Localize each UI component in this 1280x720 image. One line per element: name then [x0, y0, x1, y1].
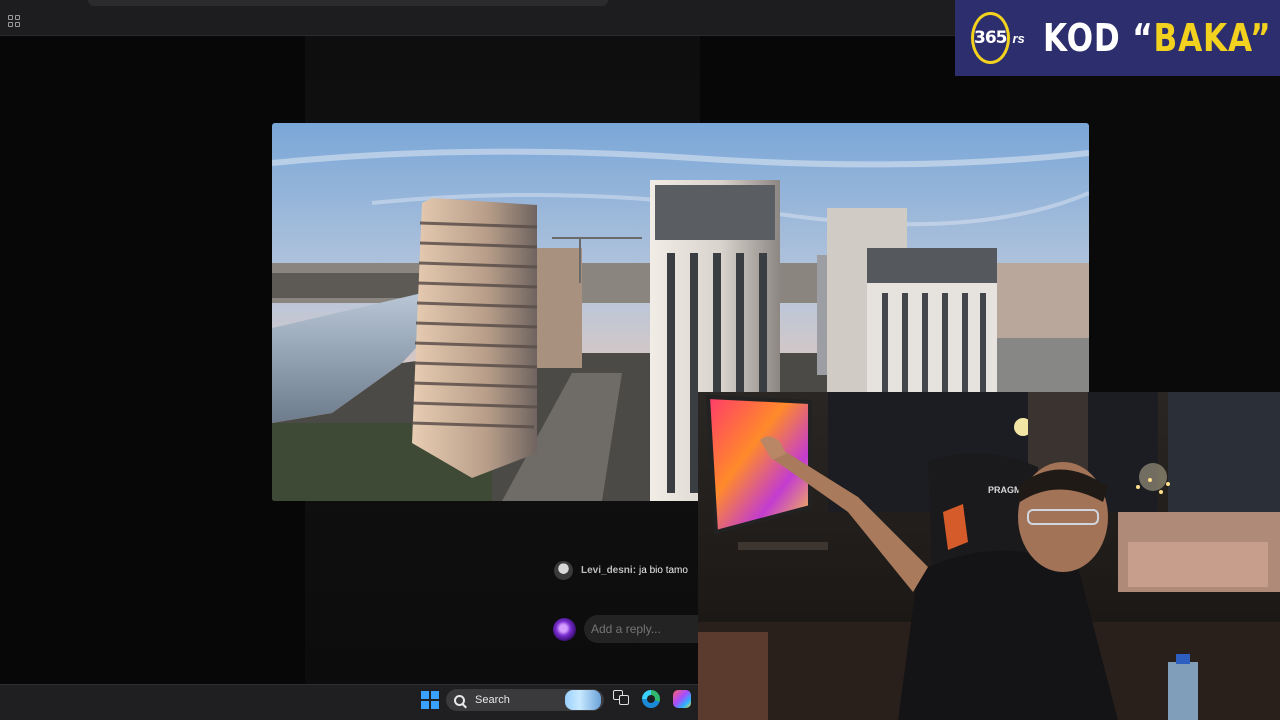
- overlay-title-suffix: ”: [1249, 16, 1272, 60]
- search-icon: [454, 694, 465, 706]
- copilot-icon[interactable]: [673, 690, 691, 708]
- commenter-avatar[interactable]: [554, 561, 573, 580]
- comment-username[interactable]: Levi_desni:: [581, 565, 636, 576]
- task-view-icon[interactable]: [613, 690, 631, 708]
- current-user-avatar: [553, 617, 576, 641]
- brand-logo-suffix: rs: [1012, 30, 1025, 46]
- brand-logo: 365: [971, 12, 1010, 64]
- overlay-title-prefix: KOD “: [1042, 16, 1154, 60]
- overlay-title: KOD “BAKA”: [1043, 16, 1271, 60]
- browser-tab-strip: [88, 0, 608, 6]
- apps-grid-icon[interactable]: [8, 15, 20, 27]
- reply-composer: [553, 615, 704, 643]
- stream-overlay-badge: 365 rs KOD “BAKA”: [955, 0, 1280, 76]
- comment-item: Levi_desni: ja bio tamo: [554, 561, 688, 580]
- streamer-webcam: PRAGMATIC: [698, 392, 1280, 720]
- taskbar-search-label: Search: [475, 694, 510, 706]
- edge-browser-icon[interactable]: [642, 690, 660, 708]
- reply-input[interactable]: [584, 615, 704, 643]
- search-highlight-graphic: [565, 690, 601, 710]
- windows-start-icon[interactable]: [421, 691, 439, 709]
- brand-logo-text: 365: [974, 28, 1007, 48]
- comment-text: ja bio tamo: [639, 565, 688, 576]
- overlay-title-highlight: BAKA: [1153, 16, 1250, 60]
